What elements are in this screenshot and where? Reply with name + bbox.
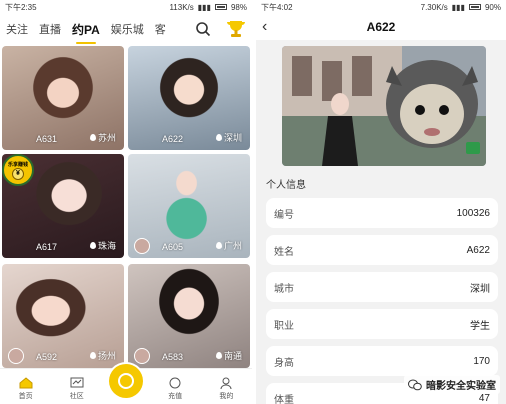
nav-home[interactable]: 首页 bbox=[6, 377, 46, 401]
info-value: 170 bbox=[473, 355, 490, 367]
profile-city: 深圳 bbox=[215, 131, 242, 144]
location-icon bbox=[215, 242, 222, 249]
network-speed: 7.30K/s bbox=[420, 2, 448, 12]
profile-card[interactable]: A592 扬州 bbox=[2, 264, 124, 368]
profile-city: 珠海 bbox=[89, 239, 116, 252]
signal-icon: ▮▮▮ bbox=[451, 2, 465, 12]
info-value: 100326 bbox=[456, 207, 490, 219]
info-key: 职业 bbox=[274, 320, 294, 332]
nav-profile-label: 我的 bbox=[219, 393, 234, 400]
info-key: 姓名 bbox=[274, 246, 294, 258]
info-row-occupation: 职业 学生 bbox=[266, 309, 498, 339]
battery-icon bbox=[214, 4, 227, 10]
location-icon bbox=[215, 352, 222, 359]
badge-label: 乐享赚钱 bbox=[7, 161, 28, 168]
profile-city-label: 珠海 bbox=[97, 241, 116, 251]
info-value: 学生 bbox=[470, 320, 490, 332]
profile-city: 扬州 bbox=[89, 349, 116, 362]
profile-name: A617 bbox=[36, 242, 58, 252]
tab-follow[interactable]: 关注 bbox=[6, 21, 28, 37]
status-bar: 下午4:02 7.30K/s ▮▮▮ 90% bbox=[256, 0, 506, 14]
nav-community[interactable]: 社区 bbox=[57, 377, 97, 401]
profile-card[interactable]: A622 深圳 bbox=[128, 46, 250, 150]
avatar bbox=[134, 238, 150, 254]
tab-yuepa[interactable]: 约PA bbox=[72, 21, 100, 44]
watermark-label: 暗影安全实验室 bbox=[426, 381, 496, 392]
tab-more[interactable]: 客 bbox=[155, 21, 169, 37]
profile-name: A631 bbox=[36, 134, 58, 144]
earn-money-badge[interactable]: 乐享赚钱 ¥ bbox=[2, 154, 34, 186]
avatar bbox=[134, 348, 150, 364]
profile-city-label: 广州 bbox=[223, 241, 242, 251]
nav-profile[interactable]: 我的 bbox=[206, 377, 246, 401]
info-list: 编号 100326 姓名 A622 城市 深圳 职业 学生 身高 170 体重 … bbox=[266, 198, 498, 404]
center-action-button[interactable] bbox=[109, 364, 143, 398]
profile-city: 广州 bbox=[215, 239, 242, 252]
status-bar: 下午2:35 113K/s ▮▮▮ 98% bbox=[0, 0, 252, 14]
location-icon bbox=[215, 134, 222, 141]
battery-level: 98% bbox=[230, 2, 247, 12]
info-key: 体重 bbox=[274, 394, 294, 404]
info-key: 身高 bbox=[274, 357, 294, 369]
avatar bbox=[8, 348, 24, 364]
network-speed: 113K/s bbox=[169, 2, 194, 12]
section-title: 个人信息 bbox=[266, 180, 306, 191]
nav-recharge-label: 充值 bbox=[168, 393, 183, 400]
info-row-city: 城市 深圳 bbox=[266, 272, 498, 302]
profile-city: 苏州 bbox=[89, 131, 116, 144]
header: ‹ A622 bbox=[256, 14, 506, 40]
battery-icon bbox=[468, 4, 481, 10]
profile-card[interactable]: A605 广州 bbox=[128, 154, 250, 258]
location-icon bbox=[89, 242, 96, 249]
top-tabs: 关注 直播 约PA 娱乐城 客 bbox=[0, 16, 252, 44]
info-value: A622 bbox=[466, 244, 490, 256]
profile-city-label: 苏州 bbox=[97, 133, 116, 143]
profile-city-label: 扬州 bbox=[97, 351, 116, 361]
home-screen: 下午2:35 113K/s ▮▮▮ 98% 关注 直播 约PA 娱乐城 客 A6… bbox=[0, 0, 252, 404]
profile-detail-screen: 下午4:02 7.30K/s ▮▮▮ 90% ‹ A622 个人信息 编号 10… bbox=[256, 0, 506, 404]
home-icon bbox=[19, 377, 33, 389]
tab-live[interactable]: 直播 bbox=[39, 21, 61, 37]
profile-name: A592 bbox=[36, 352, 58, 362]
profile-name: A622 bbox=[162, 134, 184, 144]
info-value: 47 bbox=[478, 392, 490, 404]
nav-community-label: 社区 bbox=[69, 393, 84, 400]
back-arrow-icon[interactable]: ‹ bbox=[262, 18, 278, 36]
search-icon[interactable] bbox=[195, 21, 211, 37]
info-key: 编号 bbox=[274, 209, 294, 221]
watermark: 暗影安全实验室 bbox=[404, 375, 500, 394]
status-time: 下午2:35 bbox=[5, 2, 37, 12]
info-value: 深圳 bbox=[470, 283, 490, 295]
profile-city: 南通 bbox=[215, 349, 242, 362]
info-row-name: 姓名 A622 bbox=[266, 235, 498, 265]
profile-cover-photo bbox=[282, 46, 486, 166]
signal-icon: ▮▮▮ bbox=[197, 2, 211, 12]
nav-recharge[interactable]: 充值 bbox=[155, 377, 195, 401]
info-row-height: 身高 170 bbox=[266, 346, 498, 376]
status-time: 下午4:02 bbox=[261, 2, 293, 12]
profile-card[interactable]: A583 南通 bbox=[128, 264, 250, 368]
compass-icon bbox=[169, 377, 181, 389]
profile-city-label: 南通 bbox=[223, 351, 242, 361]
coin-icon: ¥ bbox=[12, 167, 24, 180]
info-key: 城市 bbox=[274, 283, 294, 295]
profile-name: A605 bbox=[162, 242, 184, 252]
center-ring-icon bbox=[118, 373, 134, 389]
tab-casino[interactable]: 娱乐城 bbox=[111, 21, 144, 37]
location-icon bbox=[89, 352, 96, 359]
user-icon bbox=[220, 377, 232, 389]
nav-home-label: 首页 bbox=[18, 393, 33, 400]
profile-card[interactable]: A631 苏州 bbox=[2, 46, 124, 150]
cover-illustration bbox=[282, 46, 486, 166]
page-title: A622 bbox=[366, 20, 396, 34]
location-icon bbox=[89, 134, 96, 141]
battery-level: 90% bbox=[484, 2, 501, 12]
community-icon bbox=[70, 377, 84, 388]
wechat-icon bbox=[408, 379, 422, 390]
profile-name: A583 bbox=[162, 352, 184, 362]
trophy-icon[interactable] bbox=[226, 20, 246, 38]
info-row-id: 编号 100326 bbox=[266, 198, 498, 228]
profile-city-label: 深圳 bbox=[223, 133, 242, 143]
